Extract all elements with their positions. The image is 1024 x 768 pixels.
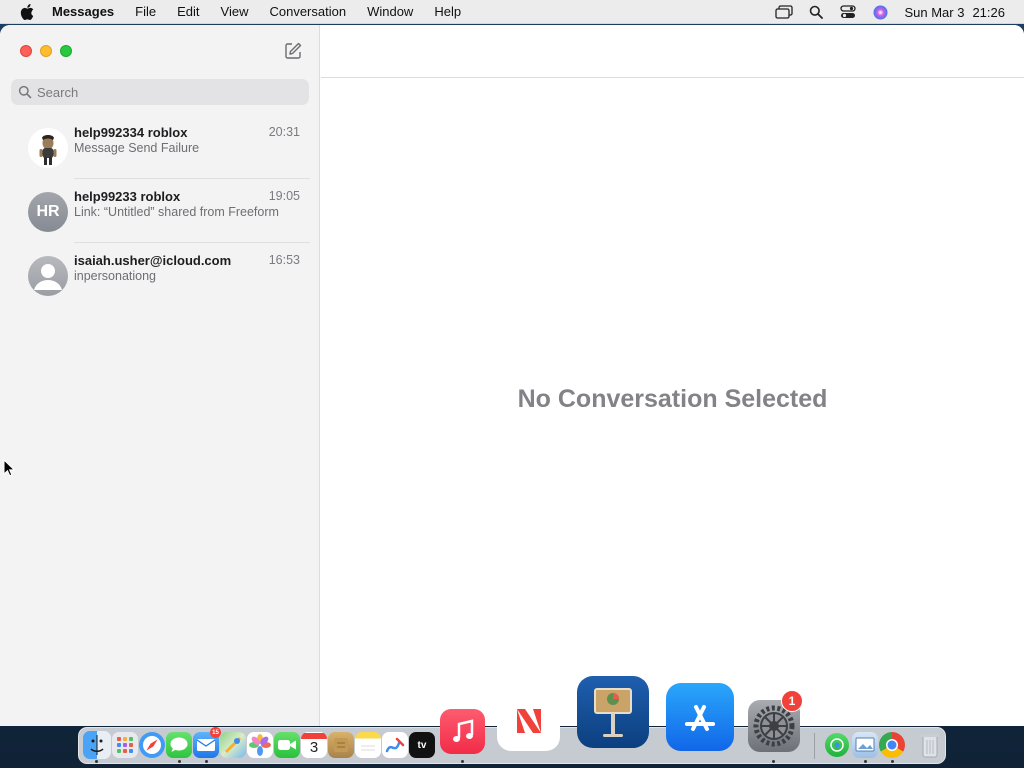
menu-bar: Messages File Edit View Conversation Win… <box>0 0 1024 24</box>
sidebar: help992334 roblox 20:31 Message Send Fai… <box>0 25 320 726</box>
safari-icon[interactable] <box>139 732 165 758</box>
system-settings-icon[interactable]: 1 <box>748 690 803 752</box>
clock-day: Sun Mar 3 <box>904 4 965 20</box>
reminders-icon[interactable] <box>355 732 381 758</box>
spotlight-search-icon[interactable] <box>806 3 826 21</box>
search-icon <box>18 85 32 99</box>
conversation-header <box>321 25 1024 78</box>
facetime-icon[interactable] <box>274 732 300 758</box>
chrome-icon[interactable] <box>879 732 905 758</box>
app-store-icon[interactable] <box>666 683 734 751</box>
menu-file[interactable]: File <box>135 4 156 19</box>
close-window-button[interactable] <box>20 45 32 57</box>
notes-icon[interactable] <box>328 732 354 758</box>
trash-icon[interactable] <box>919 731 941 759</box>
conversation-list: help992334 roblox 20:31 Message Send Fai… <box>0 115 320 307</box>
dock-separator <box>814 733 815 759</box>
menu-conversation[interactable]: Conversation <box>269 4 346 19</box>
running-indicator <box>95 760 98 763</box>
conversation-time: 19:05 <box>268 189 300 203</box>
launchpad-icon[interactable] <box>112 732 138 758</box>
calendar-day: 3 <box>309 739 319 756</box>
conversation-preview: Message Send Failure <box>74 141 200 155</box>
person-avatar-icon <box>28 256 68 296</box>
memoji-avatar <box>28 128 68 168</box>
running-indicator <box>205 760 208 763</box>
window-controls <box>20 45 80 57</box>
maps-icon[interactable] <box>220 732 246 758</box>
dock: 15 3 tv 1 <box>78 676 946 764</box>
running-indicator <box>772 760 775 763</box>
menu-window[interactable]: Window <box>367 4 413 19</box>
minimize-window-button[interactable] <box>40 45 52 57</box>
initials-avatar: HR <box>28 192 68 232</box>
settings-badge: 1 <box>781 690 803 712</box>
conversation-item[interactable]: isaiah.usher@icloud.com 16:53 inpersonat… <box>0 243 320 307</box>
control-center-icon[interactable] <box>838 3 858 21</box>
screen-mirroring-icon[interactable] <box>774 3 794 21</box>
conversation-time: 16:53 <box>268 253 300 267</box>
conversation-item[interactable]: HR help99233 roblox 19:05 Link: “Untitle… <box>0 179 320 243</box>
conversation-preview: Link: “Untitled” shared from Freeform <box>74 205 279 219</box>
photos-icon[interactable] <box>247 732 273 758</box>
search-field[interactable] <box>11 79 309 105</box>
no-conversation-message: No Conversation Selected <box>517 385 828 413</box>
zoom-window-button[interactable] <box>60 45 72 57</box>
finder-icon[interactable] <box>83 731 111 759</box>
mouse-cursor-icon <box>3 458 16 477</box>
menu-help[interactable]: Help <box>434 4 461 19</box>
menu-app-name[interactable]: Messages <box>52 4 114 19</box>
menu-edit[interactable]: Edit <box>177 4 199 19</box>
conversation-time: 20:31 <box>268 125 300 139</box>
mail-icon[interactable]: 15 <box>193 727 221 758</box>
calendar-icon[interactable]: 3 <box>301 732 327 758</box>
keynote-icon[interactable] <box>577 676 649 748</box>
conversation-preview: inpersonationg <box>74 269 157 283</box>
tv-icon[interactable]: tv <box>409 732 435 758</box>
siri-icon[interactable] <box>870 3 890 21</box>
clock-time: 21:26 <box>972 4 1005 20</box>
tv-label: tv <box>417 739 427 751</box>
news-icon[interactable] <box>497 691 560 751</box>
running-indicator <box>461 760 464 763</box>
messages-window: help992334 roblox 20:31 Message Send Fai… <box>0 25 1024 726</box>
apple-menu-icon[interactable] <box>18 3 36 21</box>
freeform-icon[interactable] <box>382 732 408 758</box>
conversation-name: help992334 roblox <box>74 125 188 140</box>
search-input[interactable] <box>37 84 297 100</box>
conversation-item[interactable]: help992334 roblox 20:31 Message Send Fai… <box>0 115 320 179</box>
preview-icon[interactable] <box>852 732 878 758</box>
conversation-name: help99233 roblox <box>74 189 181 204</box>
messages-icon[interactable] <box>166 732 192 758</box>
menu-view[interactable]: View <box>221 4 249 19</box>
music-icon[interactable] <box>440 709 485 754</box>
compose-icon[interactable] <box>283 41 303 61</box>
running-indicator <box>864 760 867 763</box>
menu-clock[interactable]: Sun Mar 3 21:26 <box>904 5 1005 20</box>
running-indicator <box>178 760 181 763</box>
conversation-name: isaiah.usher@icloud.com <box>74 253 232 268</box>
running-indicator <box>891 760 894 763</box>
find-my-icon[interactable] <box>825 733 849 757</box>
